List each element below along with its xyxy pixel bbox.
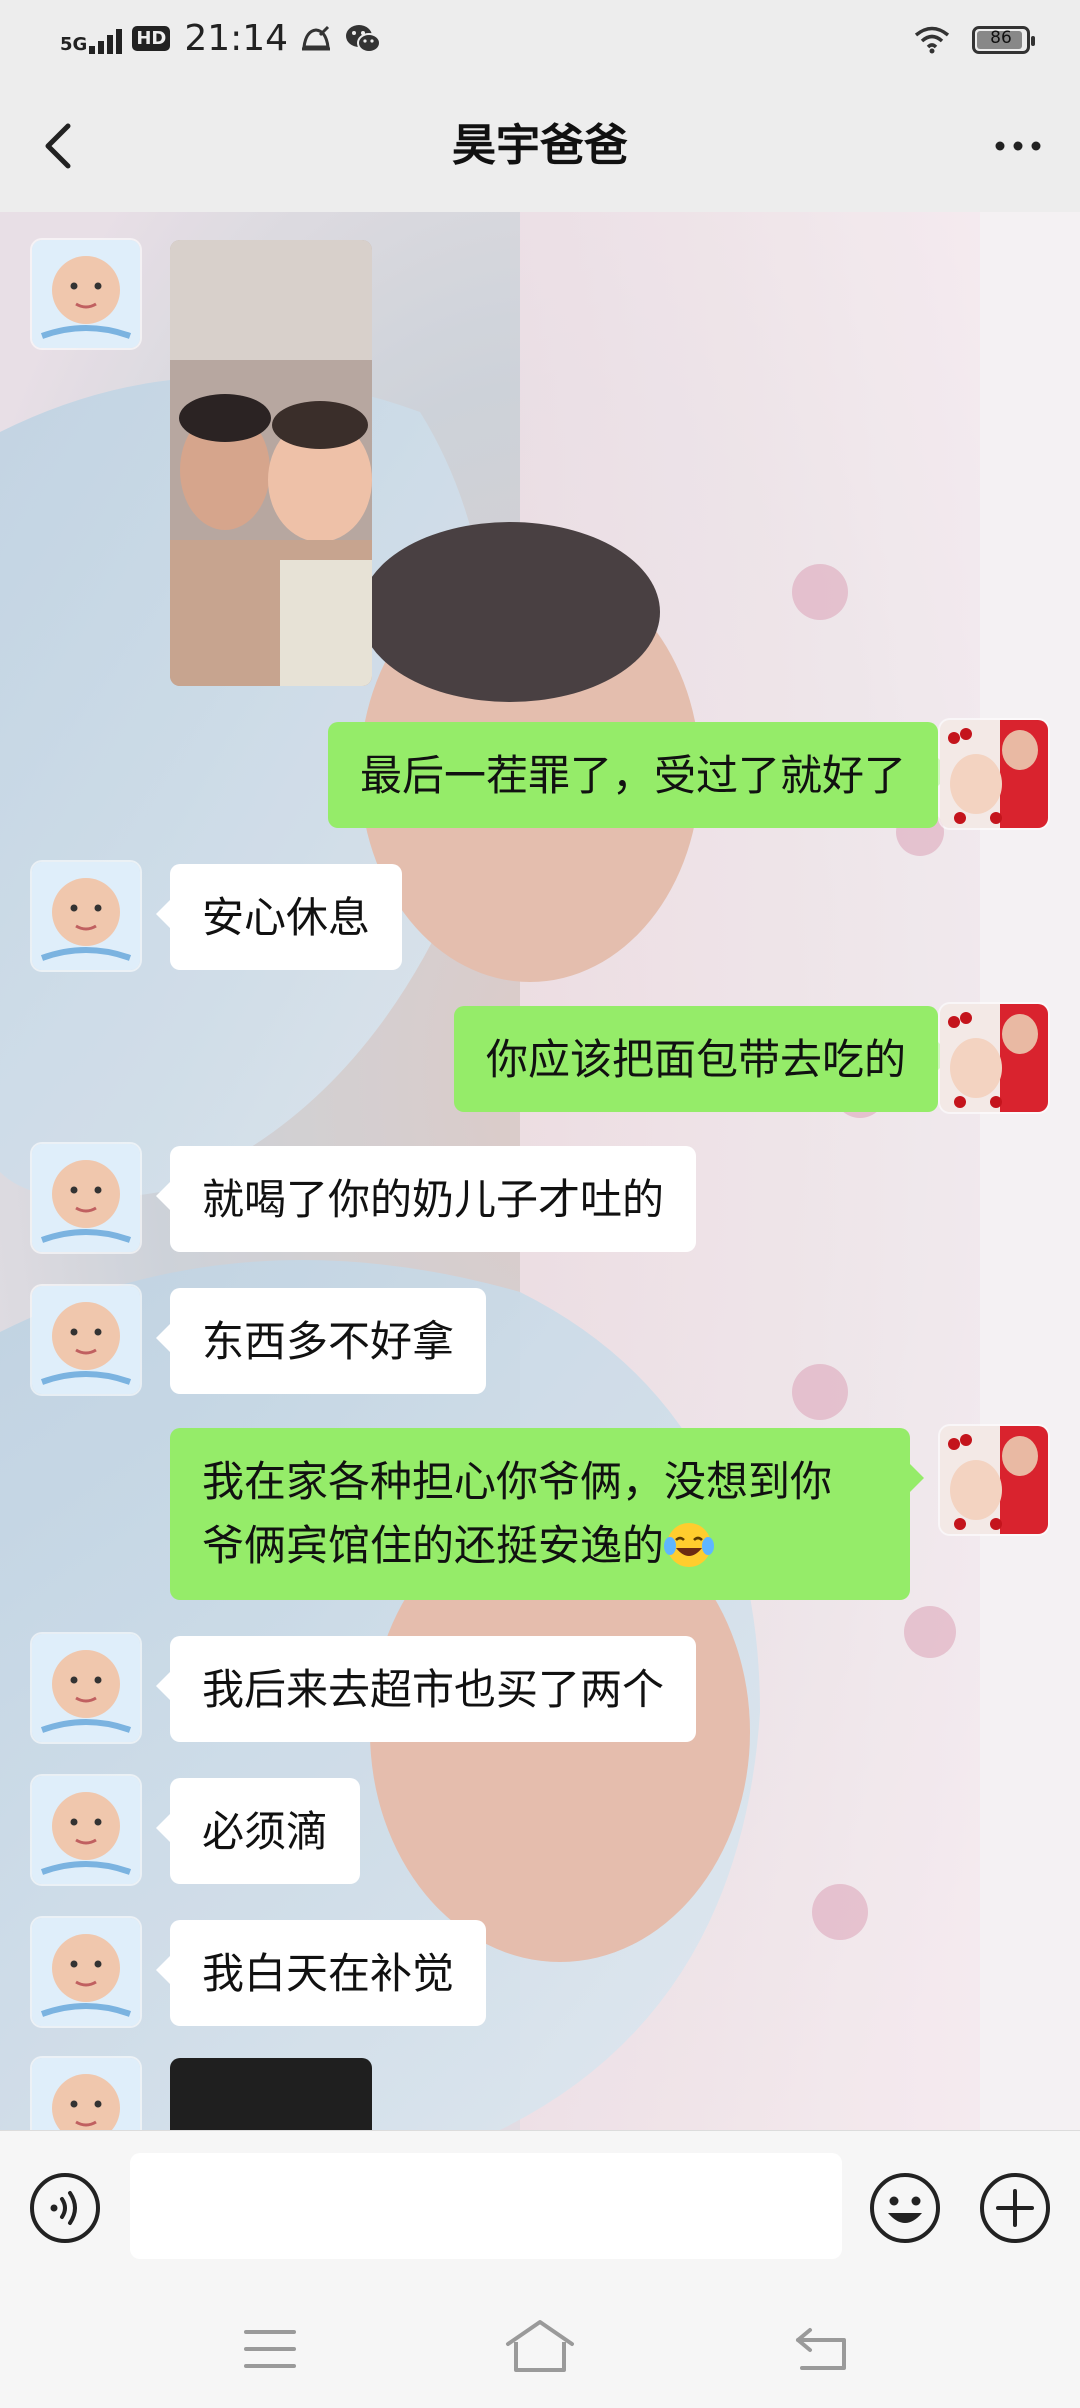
incoming-message[interactable]: 我白天在补觉	[155, 1920, 487, 2026]
incoming-message[interactable]: 就喝了你的奶儿子才吐的	[155, 1146, 697, 1252]
message-input[interactable]	[130, 2153, 842, 2259]
back-icon[interactable]	[792, 2322, 852, 2374]
status-right: 86	[914, 26, 1035, 54]
home-icon[interactable]	[502, 2316, 578, 2376]
alarm-icon	[302, 25, 331, 50]
system-nav-bar	[0, 2286, 1080, 2408]
contact-avatar[interactable]	[32, 240, 140, 348]
incoming-message[interactable]: 必须滴	[155, 1778, 361, 1884]
chat-title: 昊宇爸爸	[452, 120, 628, 171]
chat-header: 昊宇爸爸	[0, 84, 1080, 212]
emoji-icon[interactable]	[868, 2171, 942, 2245]
outgoing-message[interactable]: 我在家各种担心你爷俩，没想到你 爷俩宾馆住的还挺安逸的	[170, 1428, 924, 1600]
more-dots-icon[interactable]	[986, 114, 1050, 178]
contact-avatar[interactable]	[32, 2058, 140, 2130]
message-line: 爷俩宾馆住的还挺安逸的	[202, 1521, 665, 1570]
incoming-message[interactable]: 安心休息	[155, 864, 403, 970]
hd-badge: HD	[132, 26, 171, 51]
outgoing-message[interactable]: 你应该把面包带去吃的	[453, 1006, 953, 1112]
menu-icon[interactable]	[242, 2324, 298, 2374]
wifi-icon	[914, 26, 950, 54]
incoming-message[interactable]: 我后来去超市也买了两个	[155, 1636, 697, 1742]
contact-avatar[interactable]	[32, 1918, 140, 2026]
status-time: 21:14	[184, 18, 289, 59]
contact-avatar[interactable]	[32, 1286, 140, 1394]
contact-avatar[interactable]	[32, 862, 140, 970]
input-bar	[0, 2130, 1080, 2287]
outgoing-message[interactable]: 最后一茬罪了，受过了就好了	[327, 722, 953, 828]
incoming-message[interactable]: 东西多不好拿	[155, 1288, 487, 1394]
contact-avatar[interactable]	[32, 1634, 140, 1742]
wechat-icon	[346, 24, 382, 53]
my-avatar[interactable]	[940, 1004, 1048, 1112]
chat-area[interactable]: 最后一茬罪了，受过了就好了 安心休息 你应该把面包带去吃的 就喝了你的奶儿子才吐…	[0, 212, 1080, 2130]
my-avatar[interactable]	[940, 720, 1048, 828]
battery-level: 86	[990, 28, 1012, 48]
contact-avatar[interactable]	[32, 1776, 140, 1884]
image-message[interactable]	[170, 240, 372, 686]
voice-icon[interactable]	[28, 2171, 102, 2245]
contact-avatar[interactable]	[32, 1144, 140, 1252]
network-type: 5G	[60, 33, 88, 55]
status-bar: 5G HD 21:14 86	[0, 0, 1080, 84]
status-left: 5G HD 21:14	[60, 18, 382, 59]
plus-icon[interactable]	[978, 2171, 1052, 2245]
image-message[interactable]	[170, 2058, 372, 2130]
message-line: 我在家各种担心你爷俩，没想到你	[202, 1457, 833, 1506]
signal-icon	[89, 24, 123, 54]
my-avatar[interactable]	[940, 1426, 1048, 1534]
laughing-crying-emoji-icon	[664, 1523, 715, 1567]
battery-icon: 86	[972, 26, 1035, 54]
